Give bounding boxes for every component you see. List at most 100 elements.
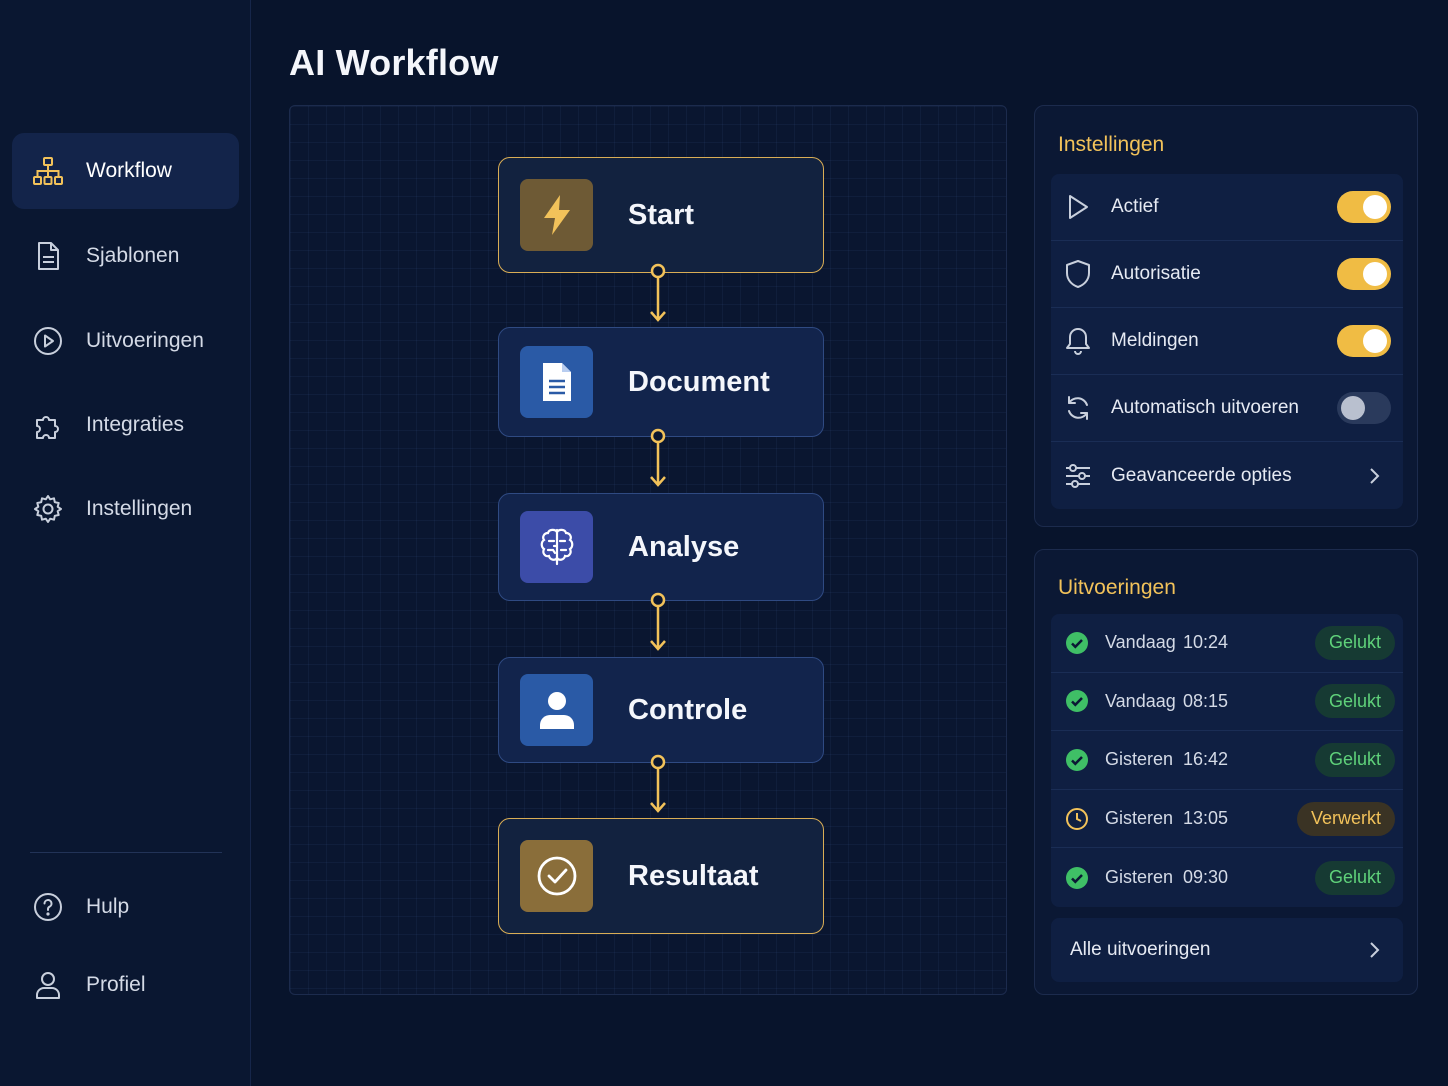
setting-label: Automatisch uitvoeren bbox=[1111, 397, 1299, 418]
sidebar-item-sjablonen[interactable]: Sjablonen bbox=[12, 218, 239, 294]
run-day: Gisteren bbox=[1105, 808, 1174, 829]
setting-label: Meldingen bbox=[1111, 330, 1199, 351]
setting-automatisch-uitvoeren: Automatisch uitvoeren bbox=[1051, 375, 1403, 442]
connector-arrow bbox=[650, 754, 666, 813]
sidebar-item-integraties[interactable]: Integraties bbox=[12, 387, 239, 463]
sidebar-item-label: Profiel bbox=[86, 973, 146, 996]
user-icon bbox=[32, 969, 64, 1001]
refresh-icon bbox=[1063, 393, 1093, 423]
toggle-autorisatie[interactable] bbox=[1337, 258, 1391, 290]
chevron-right-icon bbox=[1370, 467, 1380, 484]
success-check-icon bbox=[1066, 748, 1088, 771]
run-row[interactable]: Gisteren 09:30 Gelukt bbox=[1051, 848, 1403, 907]
toggle-knob bbox=[1363, 195, 1387, 219]
lightning-icon bbox=[520, 179, 593, 251]
success-check-icon bbox=[1066, 631, 1088, 654]
success-check-icon bbox=[1066, 866, 1088, 889]
brain-icon bbox=[520, 511, 593, 583]
run-time: 10:24 bbox=[1183, 632, 1229, 653]
document-icon bbox=[32, 240, 64, 272]
sidebar-item-label: Uitvoeringen bbox=[86, 329, 204, 352]
page-title: AI Workflow bbox=[289, 42, 499, 83]
chevron-right-icon bbox=[1370, 942, 1380, 958]
workflow-node-analyse[interactable]: Analyse bbox=[498, 493, 824, 601]
setting-label: Geavanceerde opties bbox=[1111, 464, 1292, 486]
status-badge: Gelukt bbox=[1314, 860, 1395, 895]
settings-panel: Instellingen Actief Autorisatie Meldinge… bbox=[1034, 105, 1418, 527]
node-label: Controle bbox=[628, 693, 748, 726]
setting-actief: Actief bbox=[1051, 174, 1403, 241]
run-row[interactable]: Vandaag 10:24 Gelukt bbox=[1051, 614, 1403, 673]
runs-list: Vandaag 10:24 Gelukt Vandaag 08:15 Geluk… bbox=[1051, 614, 1403, 907]
toggle-automatisch-uitvoeren[interactable] bbox=[1337, 392, 1391, 424]
run-day: Vandaag bbox=[1105, 690, 1176, 711]
status-badge: Gelukt bbox=[1314, 625, 1395, 660]
hierarchy-icon bbox=[32, 155, 64, 187]
play-icon bbox=[1063, 192, 1093, 222]
puzzle-icon bbox=[32, 409, 64, 441]
sidebar-item-label: Integraties bbox=[86, 413, 185, 436]
file-icon bbox=[520, 346, 593, 418]
status-badge: Gelukt bbox=[1314, 684, 1395, 719]
status-badge: Gelukt bbox=[1314, 742, 1395, 777]
run-row[interactable]: Gisteren 13:05 Verwerkt bbox=[1051, 790, 1403, 849]
all-runs-label: Alle uitvoeringen bbox=[1070, 939, 1211, 960]
workflow-node-start[interactable]: Start bbox=[498, 157, 824, 273]
person-icon bbox=[520, 674, 593, 746]
sidebar-item-hulp[interactable]: Hulp bbox=[12, 869, 239, 945]
run-time: 16:42 bbox=[1183, 749, 1229, 770]
sidebar: Workflow Sjablonen Uitvoeringen Integrat… bbox=[0, 0, 251, 1086]
workflow-node-document[interactable]: Document bbox=[498, 327, 824, 437]
node-label: Document bbox=[628, 365, 770, 398]
connector-arrow bbox=[650, 428, 666, 487]
sidebar-item-label: Workflow bbox=[86, 159, 172, 182]
run-row[interactable]: Gisteren 16:42 Gelukt bbox=[1051, 731, 1403, 790]
run-row[interactable]: Vandaag 08:15 Gelukt bbox=[1051, 673, 1403, 732]
toggle-meldingen[interactable] bbox=[1337, 325, 1391, 357]
sidebar-item-profiel[interactable]: Profiel bbox=[12, 947, 239, 1023]
setting-label: Actief bbox=[1111, 196, 1159, 217]
sidebar-item-label: Instellingen bbox=[86, 497, 193, 520]
connector-arrow bbox=[650, 263, 666, 322]
run-day: Gisteren bbox=[1105, 749, 1174, 770]
shield-icon bbox=[1063, 259, 1093, 289]
setting-geavanceerde-opties[interactable]: Geavanceerde opties bbox=[1051, 442, 1403, 509]
run-time: 13:05 bbox=[1183, 808, 1229, 829]
toggle-knob bbox=[1363, 329, 1387, 353]
node-label: Analyse bbox=[628, 530, 740, 563]
sidebar-divider bbox=[30, 852, 222, 853]
setting-autorisatie: Autorisatie bbox=[1051, 241, 1403, 308]
run-day: Gisteren bbox=[1105, 867, 1174, 888]
sidebar-item-instellingen[interactable]: Instellingen bbox=[12, 471, 239, 547]
setting-label: Autorisatie bbox=[1111, 263, 1201, 284]
sidebar-item-label: Hulp bbox=[86, 895, 130, 918]
settings-title: Instellingen bbox=[1058, 133, 1165, 156]
workflow-node-resultaat[interactable]: Resultaat bbox=[498, 818, 824, 934]
all-runs-link[interactable]: Alle uitvoeringen bbox=[1051, 918, 1403, 982]
workflow-canvas[interactable]: Start Document Analyse Controle Resultaa… bbox=[289, 105, 1007, 995]
runs-title: Uitvoeringen bbox=[1058, 576, 1176, 599]
sliders-icon bbox=[1063, 461, 1093, 491]
node-label: Resultaat bbox=[628, 859, 759, 892]
status-badge: Verwerkt bbox=[1296, 801, 1395, 836]
play-circle-icon bbox=[32, 325, 64, 357]
clock-icon bbox=[1066, 807, 1088, 830]
sidebar-item-workflow[interactable]: Workflow bbox=[12, 133, 239, 209]
settings-list: Actief Autorisatie Meldingen Automatisch… bbox=[1051, 174, 1403, 509]
run-time: 08:15 bbox=[1183, 690, 1229, 711]
run-day: Vandaag bbox=[1105, 632, 1176, 653]
connector-arrow bbox=[650, 592, 666, 651]
workflow-node-controle[interactable]: Controle bbox=[498, 657, 824, 763]
sidebar-item-label: Sjablonen bbox=[86, 244, 180, 267]
help-icon bbox=[32, 891, 64, 923]
sidebar-item-uitvoeringen[interactable]: Uitvoeringen bbox=[12, 303, 239, 379]
toggle-actief[interactable] bbox=[1337, 191, 1391, 223]
bell-icon bbox=[1063, 326, 1093, 356]
check-circle-icon bbox=[520, 840, 593, 912]
runs-panel: Uitvoeringen Vandaag 10:24 Gelukt Vandaa… bbox=[1034, 549, 1418, 995]
node-label: Start bbox=[628, 198, 695, 231]
run-time: 09:30 bbox=[1183, 867, 1229, 888]
setting-meldingen: Meldingen bbox=[1051, 308, 1403, 375]
toggle-knob bbox=[1341, 396, 1365, 420]
gear-icon bbox=[32, 493, 64, 525]
